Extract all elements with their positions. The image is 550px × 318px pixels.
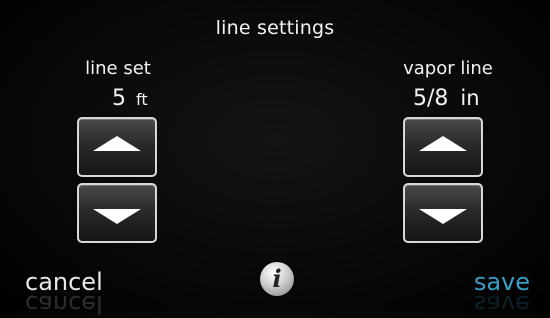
arrow-down-icon xyxy=(93,209,141,224)
vapor-line-unit: in xyxy=(460,86,480,110)
save-button[interactable]: save xyxy=(474,268,530,296)
line-set-label: line set xyxy=(85,58,151,79)
line-set-unit: ft xyxy=(136,90,148,109)
vapor-line-decrease-button[interactable] xyxy=(403,183,483,243)
vapor-line-increase-button[interactable] xyxy=(403,117,483,177)
line-set-value: 5 xyxy=(112,86,126,111)
info-icon: i xyxy=(272,264,282,293)
line-set-decrease-button[interactable] xyxy=(77,183,157,243)
vapor-line-label: vapor line xyxy=(403,58,493,79)
info-button[interactable]: i xyxy=(260,262,294,296)
vapor-line-value-display: 5/8 in xyxy=(413,86,480,111)
page-title: line settings xyxy=(215,17,335,39)
arrow-up-icon xyxy=(93,136,141,151)
line-set-value-display: 5 ft xyxy=(112,86,148,111)
cancel-button[interactable]: cancel xyxy=(25,268,103,296)
arrow-up-icon xyxy=(419,136,467,151)
vapor-line-value: 5/8 xyxy=(413,86,449,111)
line-set-increase-button[interactable] xyxy=(77,117,157,177)
arrow-down-icon xyxy=(419,209,467,224)
